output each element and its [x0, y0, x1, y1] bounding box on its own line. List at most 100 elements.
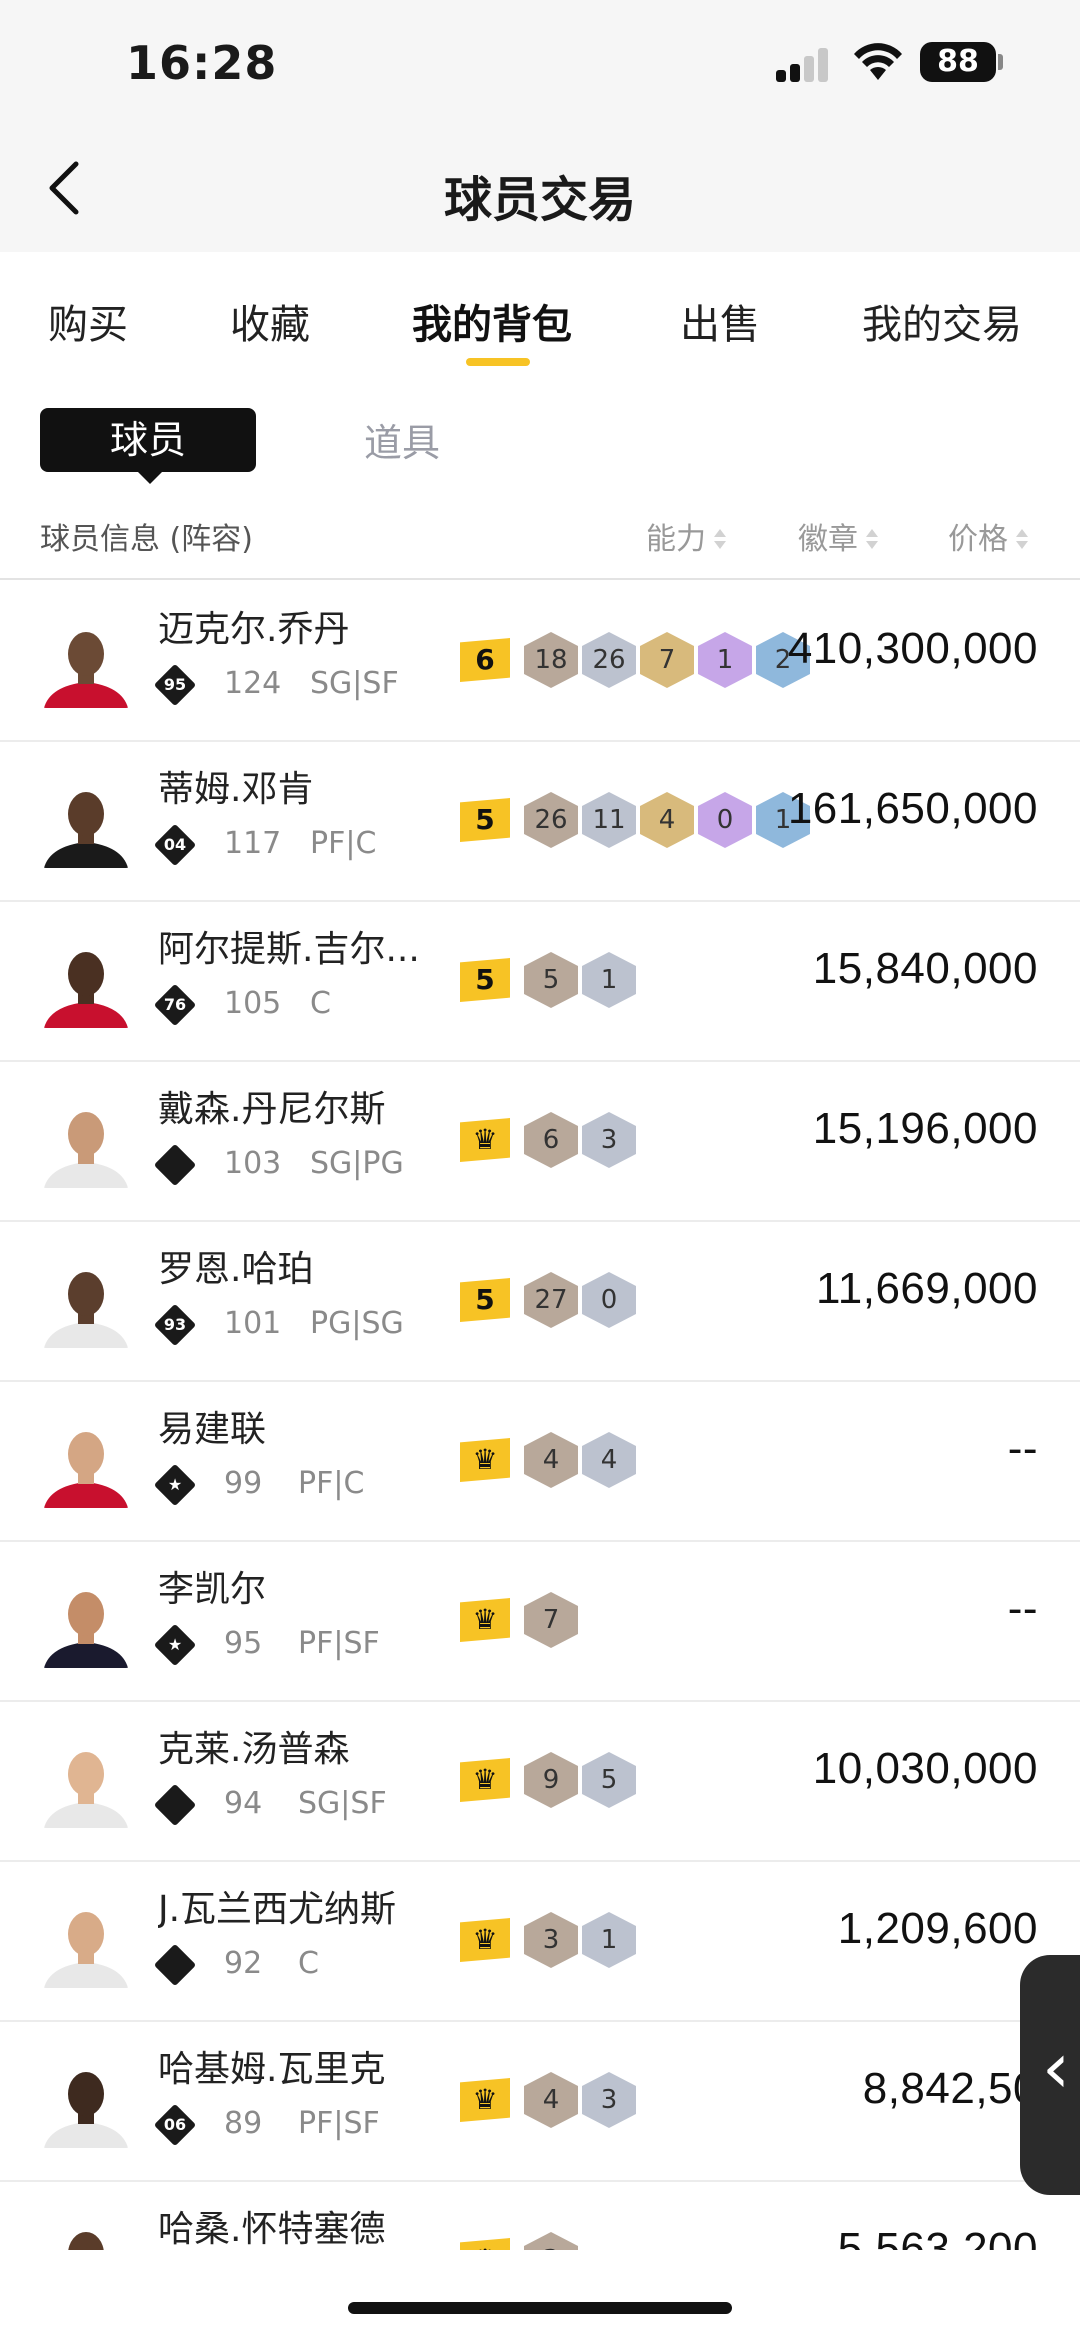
- cellular-signal-icon: [776, 46, 834, 82]
- player-position: SG|SF: [310, 666, 399, 701]
- badge-count: 3: [582, 2072, 636, 2128]
- badge-count: 4: [524, 1432, 578, 1488]
- badge-count: 18: [524, 632, 578, 688]
- player-position: PF|C: [310, 826, 377, 861]
- tier-diamond-icon: [153, 1143, 197, 1187]
- column-info: 球员信息 (阵容): [40, 522, 253, 557]
- tier-diamond-icon: [153, 1943, 197, 1987]
- player-position: PF|SF: [298, 1626, 380, 1661]
- badge-count: 7: [524, 1592, 578, 1648]
- tier-label: 93: [163, 1315, 187, 1334]
- player-name: 迈克尔.乔丹: [158, 609, 350, 650]
- top-tabs: 购买 收藏 我的背包 出售 我的交易: [0, 252, 1080, 372]
- player-overall: 94: [224, 1786, 263, 1821]
- player-name: 克莱.汤普森: [158, 1729, 350, 1770]
- sort-ability[interactable]: 能力: [646, 514, 728, 558]
- player-price: --: [1007, 1424, 1038, 1473]
- badge-count: 0: [582, 1272, 636, 1328]
- player-price: 11,669,000: [816, 1264, 1038, 1313]
- player-portrait-icon: [40, 1576, 132, 1668]
- player-portrait-icon: [40, 1256, 132, 1348]
- battery-indicator: 88: [920, 42, 996, 82]
- player-overall: 89: [224, 2106, 263, 2141]
- player-row[interactable]: 易建联 ★ 99 PF|C ♛ 4 4 --: [0, 1382, 1080, 1542]
- chevron-left-icon: ‹: [1042, 2027, 1070, 2109]
- subtab-items[interactable]: 道具: [364, 412, 440, 467]
- page-title: 球员交易: [443, 172, 636, 228]
- ability-badge: ♛: [460, 1758, 510, 1802]
- player-overall: 92: [224, 1946, 263, 1981]
- badge-count: 3: [524, 2232, 578, 2250]
- player-position: SG|PG: [310, 1146, 404, 1181]
- tier-label: 95: [163, 675, 187, 694]
- badge-count: 0: [698, 792, 752, 848]
- ability-badge: 5: [460, 958, 510, 1002]
- player-row[interactable]: 戴森.丹尼尔斯 103 SG|PG ♛ 6 3 15,196,000: [0, 1062, 1080, 1222]
- badge-count: 26: [582, 632, 636, 688]
- player-row[interactable]: 克莱.汤普森 94 SG|SF ♛ 9 5 10,030,000: [0, 1702, 1080, 1862]
- player-position: PG|SG: [310, 1306, 404, 1341]
- player-avatar: [40, 1096, 132, 1188]
- badge-count: 1: [698, 632, 752, 688]
- subtab-players[interactable]: 球员: [40, 408, 256, 484]
- player-price: 15,840,000: [812, 944, 1038, 993]
- ability-badge: 5: [460, 798, 510, 842]
- subtabs: 球员 道具: [0, 400, 1080, 490]
- status-time: 16:28: [126, 36, 278, 90]
- player-avatar: [40, 936, 132, 1028]
- tier-label: 76: [163, 995, 187, 1014]
- tab-favorites[interactable]: 收藏: [230, 292, 310, 350]
- player-row[interactable]: 蒂姆.邓肯 04 117 PF|C 5 26 11 4 0 1 161,650,000: [0, 742, 1080, 902]
- player-name: 哈桑.怀特塞德: [158, 2209, 386, 2250]
- player-overall: 124: [224, 666, 282, 701]
- player-row[interactable]: 阿尔提斯.吉尔... 76 105 C 5 5 1 15,840,000: [0, 902, 1080, 1062]
- column-ability-label: 能力: [646, 522, 706, 557]
- player-list: 迈克尔.乔丹 95 124 SG|SF 6 18 26 7 1 2 410,300,000 蒂姆.邓肯…: [0, 582, 1080, 2250]
- player-price: 8,842,50: [862, 2064, 1038, 2113]
- player-row[interactable]: J.瓦兰西尤纳斯 92 C ♛ 3 1 1,209,600: [0, 1862, 1080, 2022]
- tab-sell[interactable]: 出售: [680, 292, 760, 350]
- home-area: [0, 2250, 1080, 2337]
- tab-my-trades[interactable]: 我的交易: [862, 292, 1022, 350]
- tab-buy[interactable]: 购买: [48, 292, 128, 350]
- player-row[interactable]: 李凯尔 ★ 95 PF|SF ♛ 7 --: [0, 1542, 1080, 1702]
- wifi-icon: [854, 43, 902, 80]
- player-name: 蒂姆.邓肯: [158, 769, 314, 810]
- player-portrait-icon: [40, 1736, 132, 1828]
- player-name: 易建联: [158, 1409, 267, 1450]
- player-price: 5,563,200: [837, 2224, 1038, 2250]
- player-avatar: [40, 616, 132, 708]
- player-portrait-icon: [40, 776, 132, 868]
- player-avatar: [40, 2216, 132, 2250]
- column-price-label: 价格: [948, 522, 1008, 557]
- header: 球员交易: [0, 130, 1080, 252]
- player-avatar: [40, 776, 132, 868]
- side-drawer-handle[interactable]: ‹: [1020, 1955, 1080, 2195]
- ability-badge: ♛: [460, 2238, 510, 2250]
- player-overall: 117: [224, 826, 282, 861]
- player-row[interactable]: 迈克尔.乔丹 95 124 SG|SF 6 18 26 7 1 2 410,300,000: [0, 582, 1080, 742]
- status-bar: 16:28 88: [0, 0, 1080, 130]
- sort-price[interactable]: 价格: [948, 514, 1030, 558]
- sort-badges[interactable]: 徽章: [798, 514, 880, 558]
- player-position: PF|SF: [298, 2106, 380, 2141]
- tab-my-backpack[interactable]: 我的背包: [412, 292, 572, 350]
- player-row[interactable]: 哈桑.怀特塞德 ♛ 3 5,563,200: [0, 2182, 1080, 2250]
- player-name: J.瓦兰西尤纳斯: [158, 1889, 397, 1930]
- player-price: --: [1007, 1584, 1038, 1633]
- sort-icon: [864, 528, 880, 553]
- home-indicator[interactable]: [348, 2302, 732, 2314]
- player-overall: 101: [224, 1306, 282, 1341]
- player-price: 10,030,000: [812, 1744, 1038, 1793]
- badge-count: 3: [582, 1112, 636, 1168]
- sort-icon: [712, 528, 728, 553]
- player-overall: 99: [224, 1466, 263, 1501]
- player-price: 161,650,000: [787, 784, 1038, 833]
- player-row[interactable]: 罗恩.哈珀 93 101 PG|SG 5 27 0 11,669,000: [0, 1222, 1080, 1382]
- column-header: 球员信息 (阵容) 能力 徽章 价格: [0, 500, 1080, 580]
- ability-badge: ♛: [460, 1438, 510, 1482]
- sort-icon: [1014, 528, 1030, 553]
- tier-label: ★: [167, 1635, 183, 1654]
- badge-count: 11: [582, 792, 636, 848]
- player-row[interactable]: 哈基姆.瓦里克 06 89 PF|SF ♛ 4 3 8,842,50: [0, 2022, 1080, 2182]
